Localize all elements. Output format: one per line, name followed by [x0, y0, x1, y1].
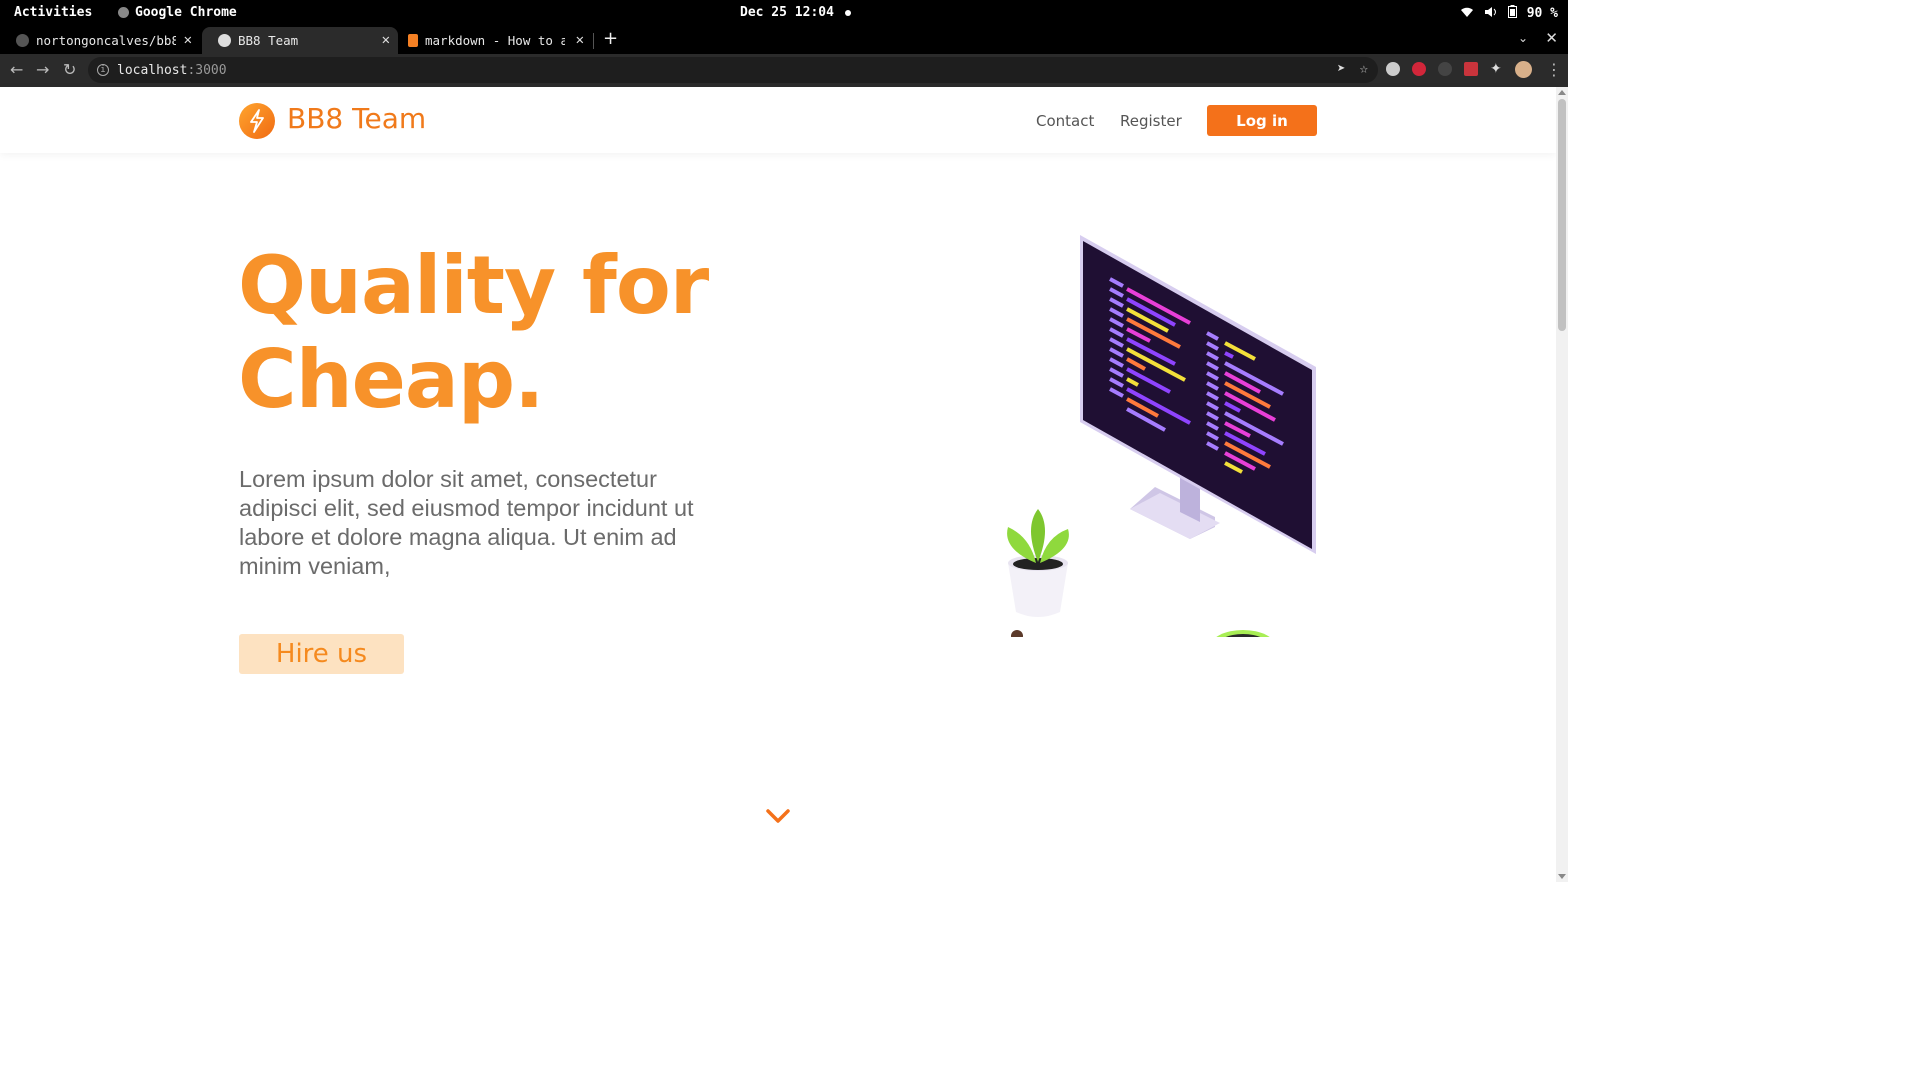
close-tab-icon[interactable]: ✕ [184, 32, 192, 48]
scroll-down-chevron-icon[interactable] [765, 807, 791, 825]
profile-avatar[interactable] [1515, 61, 1532, 78]
clock[interactable]: Dec 25 12:04 [740, 5, 834, 20]
hero-title-line1: Quality for [238, 239, 709, 332]
globe-icon [218, 34, 231, 47]
login-button[interactable]: Log in [1207, 105, 1317, 136]
back-icon[interactable]: ← [10, 60, 23, 79]
github-icon [16, 34, 29, 47]
new-tab-icon[interactable]: + [603, 28, 618, 49]
forward-icon[interactable]: → [36, 60, 49, 79]
coffee-mug [1216, 630, 1270, 637]
notification-dot [845, 10, 851, 16]
scroll-down-arrow-icon[interactable] [1558, 874, 1566, 879]
address-bar[interactable]: i localhost:3000 ➤ ☆ [88, 57, 1378, 83]
potted-plant [1007, 509, 1069, 617]
chrome-menu-icon[interactable]: ⋮ [1546, 60, 1562, 79]
app-menu[interactable]: Google Chrome [118, 5, 237, 20]
hero-title-line2: Cheap. [238, 333, 545, 426]
nav-contact-link[interactable]: Contact [1036, 112, 1094, 130]
hire-us-button[interactable]: Hire us [239, 634, 404, 674]
extensions-puzzle-icon[interactable]: ✦ [1490, 60, 1504, 76]
nav-register-link[interactable]: Register [1120, 112, 1182, 130]
browser-toolbar: ← → ↻ i localhost:3000 ➤ ☆ ✦ ⋮ [0, 54, 1568, 87]
person-with-laptop [1011, 630, 1023, 637]
send-icon[interactable]: ➤ [1337, 61, 1345, 77]
extension-icon[interactable] [1412, 62, 1426, 76]
lightning-logo-icon[interactable] [239, 103, 275, 139]
close-tab-icon[interactable]: ✕ [576, 32, 584, 48]
tab-title: nortongoncalves/bb8 [36, 33, 176, 48]
tab-bb8-team[interactable]: BB8 Team ✕ [202, 27, 398, 54]
tab-title: markdown - How to a [425, 33, 565, 48]
url-port: :3000 [187, 62, 227, 78]
bookmark-star-icon[interactable]: ☆ [1360, 61, 1368, 77]
activities-button[interactable]: Activities [14, 5, 92, 20]
extension-icon[interactable] [1386, 62, 1400, 76]
volume-icon [1484, 6, 1498, 21]
system-top-bar: Activities Google Chrome Dec 25 12:04 90… [0, 0, 1568, 25]
brand-name[interactable]: BB8 Team [287, 102, 426, 135]
tab-strip: nortongoncalves/bb8 ✕ BB8 Team ✕ markdow… [0, 25, 1568, 54]
url-host: localhost [117, 62, 188, 78]
battery-icon [1507, 5, 1517, 21]
reload-icon[interactable]: ↻ [63, 60, 76, 79]
tab-title: BB8 Team [238, 33, 299, 48]
tab-github[interactable]: nortongoncalves/bb8 ✕ [0, 27, 200, 54]
chrome-icon [118, 7, 129, 18]
hero-title: Quality for Cheap. [238, 239, 709, 427]
close-tab-icon[interactable]: ✕ [382, 32, 390, 48]
extension-icon[interactable] [1438, 62, 1452, 76]
page-viewport: BB8 Team Contact Register Log in Quality… [0, 87, 1556, 882]
stackoverflow-icon [408, 34, 418, 47]
system-tray[interactable]: 90 % [1460, 5, 1558, 21]
tab-search-icon[interactable]: ⌄ [1518, 31, 1528, 45]
window-close-icon[interactable]: ✕ [1545, 29, 1558, 47]
tab-separator [593, 33, 594, 49]
site-info-icon[interactable]: i [97, 64, 109, 76]
tab-stackoverflow[interactable]: markdown - How to a ✕ [398, 27, 592, 54]
extension-icon[interactable] [1464, 62, 1478, 76]
scroll-up-arrow-icon[interactable] [1558, 90, 1566, 95]
developer-illustration [1007, 235, 1316, 637]
hero-description: Lorem ipsum dolor sit amet, consectetur … [239, 466, 694, 579]
page-scrollbar[interactable] [1556, 87, 1568, 882]
scrollbar-thumb[interactable] [1558, 99, 1566, 331]
wifi-icon [1460, 6, 1474, 21]
app-name: Google Chrome [135, 5, 237, 20]
battery-percent: 90 % [1526, 5, 1558, 21]
site-navbar: BB8 Team Contact Register Log in [0, 87, 1556, 153]
